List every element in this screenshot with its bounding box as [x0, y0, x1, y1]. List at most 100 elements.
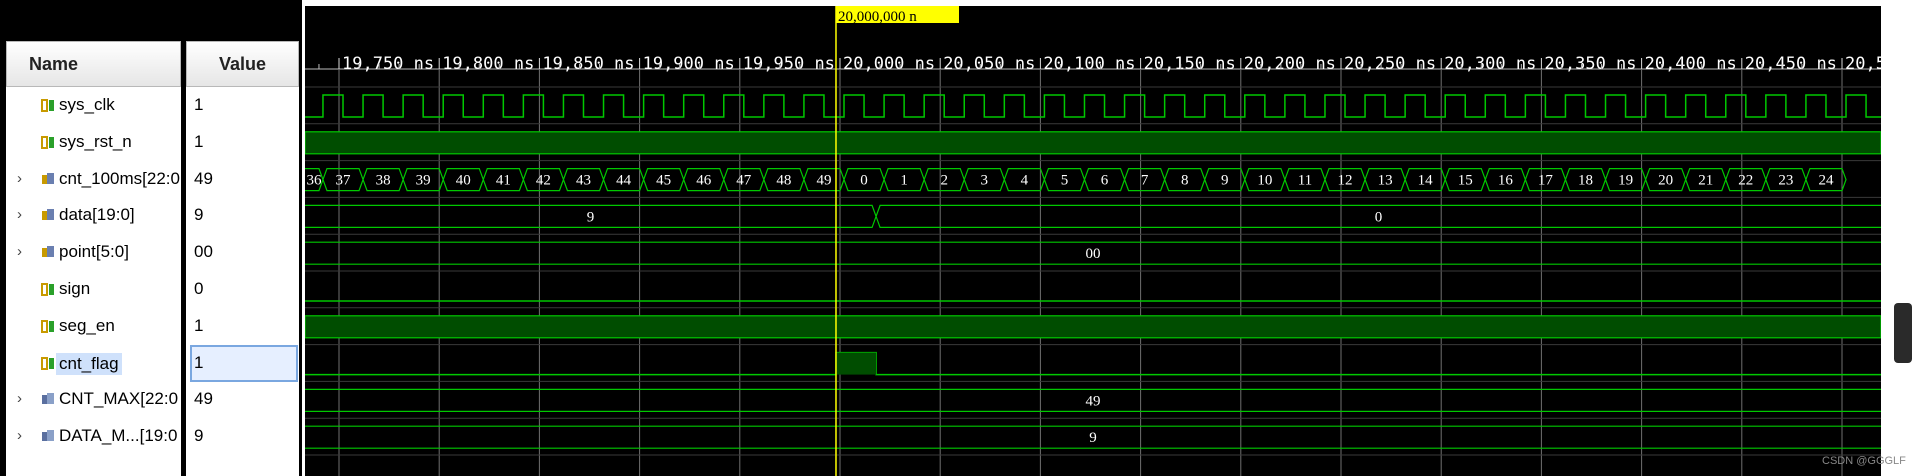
cnt-100ms-bus-value: 36 [306, 173, 322, 189]
cnt-100ms-bus-value: 43 [576, 173, 591, 189]
constant-signal-icon [42, 430, 54, 442]
signal-row-data-m-19-0[interactable]: › DATA_M...[19:0 [6, 418, 181, 455]
cnt-max-bus-value: 49 [1086, 393, 1101, 409]
signal-row-cnt-max-22-0[interactable]: › CNT_MAX[22:0 [6, 381, 181, 418]
signal-value-cell: 1 [186, 308, 299, 345]
signal-value-cell: 49 [186, 381, 299, 418]
cnt-100ms-bus-value: 3 [981, 173, 989, 189]
signal-row-sys-rst-n[interactable]: sys_rst_n [6, 124, 181, 161]
cnt-100ms-bus-value: 18 [1578, 173, 1593, 189]
signal-value-cell: 9 [186, 197, 299, 234]
signal-row-seg-en[interactable]: seg_en [6, 308, 181, 345]
signal-row-cnt-100ms-22-0[interactable]: › cnt_100ms[22:0 [6, 161, 181, 198]
signal-value: 00 [194, 242, 213, 262]
cnt-100ms-bus-value: 11 [1298, 173, 1312, 189]
cnt-100ms-bus-value: 20 [1658, 173, 1673, 189]
time-tick-label: 20,400 ns [1645, 54, 1737, 74]
signal-value-cell: 0 [186, 271, 299, 308]
signal-value: 1 [194, 352, 204, 372]
time-tick-label: 19,750 ns [342, 54, 434, 74]
scrollbar-handle[interactable] [1894, 303, 1912, 363]
seg-en-waveform [305, 315, 1881, 339]
data-bus [305, 204, 1881, 228]
time-tick-label: 20,100 ns [1043, 54, 1135, 74]
signal-name: cnt_flag [56, 352, 122, 375]
signal-value: 0 [194, 279, 204, 298]
data-bus-value: 0 [1375, 209, 1383, 225]
cnt-100ms-bus-value: 41 [496, 173, 511, 189]
cnt-100ms-bus-value: 21 [1698, 173, 1713, 189]
bit-signal-icon [41, 356, 54, 370]
cnt-100ms-bus-value: 8 [1181, 173, 1189, 189]
cnt-100ms-bus-value: 47 [736, 173, 752, 189]
clock-waveform [305, 94, 1881, 118]
signal-row-cnt-flag[interactable]: cnt_flag [6, 345, 181, 382]
value-column-header[interactable]: Value [186, 41, 299, 87]
time-tick-label: 20,000 ns [843, 54, 935, 74]
name-column-header[interactable]: Name [6, 41, 181, 87]
cnt-100ms-bus-value: 5 [1061, 173, 1069, 189]
signal-name: sign [59, 279, 91, 298]
chevron-right-icon[interactable]: › [17, 243, 22, 260]
cnt-100ms-bus-value: 23 [1778, 173, 1793, 189]
value-column: 1 1 49 9 00 0 1 1 49 9 [186, 87, 299, 476]
signal-name: point[5:0] [59, 242, 129, 262]
cnt-100ms-bus-value: 2 [940, 173, 948, 189]
cnt-100ms-bus-value: 22 [1738, 173, 1753, 189]
waveform-canvas[interactable]: 19,750 ns 19,800 ns 19,850 ns 19,900 ns 19,9… [305, 6, 1881, 476]
chevron-right-icon[interactable]: › [17, 390, 22, 407]
cnt-100ms-bus-value: 46 [696, 173, 712, 189]
cnt-100ms-bus-value: 40 [456, 173, 471, 189]
signal-name: DATA_M...[19:0 [59, 426, 178, 446]
signal-value: 1 [194, 95, 204, 114]
signal-row-data-19-0-[interactable]: › data[19:0] [6, 197, 181, 234]
time-tick-label: 20,250 ns [1344, 54, 1436, 74]
toolbar-spacer [6, 6, 299, 42]
signal-row-sign[interactable]: sign [6, 271, 181, 308]
signal-row-sys-clk[interactable]: sys_clk [6, 87, 181, 124]
signal-value-cell: 00 [186, 234, 299, 271]
signal-name: data[19:0] [59, 205, 135, 225]
time-tick-label: 20,150 ns [1144, 54, 1236, 74]
cnt-100ms-bus-value: 7 [1141, 173, 1149, 189]
cnt-100ms-bus-value: 17 [1538, 173, 1554, 189]
data-max-bus-value: 9 [1089, 430, 1097, 446]
cnt-100ms-bus-value: 38 [376, 173, 391, 189]
time-tick-label: 20,350 ns [1544, 54, 1636, 74]
signal-value: 1 [194, 315, 204, 335]
cnt-100ms-bus-value: 6 [1101, 173, 1109, 189]
signal-value: 49 [194, 168, 213, 188]
cnt-flag-waveform [305, 351, 1881, 376]
time-tick-label: 20,300 ns [1444, 54, 1536, 74]
cnt-100ms-bus-value: 0 [860, 173, 868, 189]
constant-signal-icon [42, 393, 54, 405]
cnt-100ms-bus-value: 14 [1418, 173, 1434, 189]
cnt-100ms-bus-value: 10 [1257, 173, 1272, 189]
bit-signal-icon [41, 99, 54, 112]
cnt-100ms-bus-value: 13 [1378, 173, 1393, 189]
signal-name: cnt_100ms[22:0 [59, 168, 180, 188]
chevron-right-icon[interactable]: › [17, 170, 22, 187]
signal-value-cell[interactable]: 1 [190, 344, 298, 382]
bus-signal-icon [42, 172, 54, 184]
cnt-100ms-bus-value: 24 [1818, 173, 1834, 189]
signal-value-cell: 1 [186, 87, 299, 124]
signal-value-cell: 49 [186, 161, 299, 198]
signal-value-cell: 9 [186, 418, 299, 455]
chevron-right-icon[interactable]: › [17, 427, 22, 444]
cnt-100ms-bus-value: 44 [616, 173, 632, 189]
waveform-panel[interactable]: 19,750 ns 19,800 ns 19,850 ns 19,900 ns 19,9… [305, 6, 1881, 476]
signal-value-cell: 1 [186, 124, 299, 161]
watermark: CSDN @GGGLF [1822, 455, 1906, 467]
signal-name: sys_rst_n [59, 131, 132, 151]
data-bus-value: 9 [587, 209, 595, 225]
cnt-100ms-bus-value: 19 [1618, 173, 1633, 189]
signal-name: sys_clk [59, 95, 115, 114]
cnt-flag-pulse [835, 352, 877, 375]
chevron-right-icon[interactable]: › [17, 206, 22, 223]
bit-signal-icon [41, 319, 54, 333]
time-tick-label: 19,950 ns [743, 54, 835, 74]
cnt-100ms-bus-value: 12 [1338, 173, 1353, 189]
cnt-100ms-bus-value: 37 [336, 173, 352, 189]
signal-row-point-5-0-[interactable]: › point[5:0] [6, 234, 181, 271]
